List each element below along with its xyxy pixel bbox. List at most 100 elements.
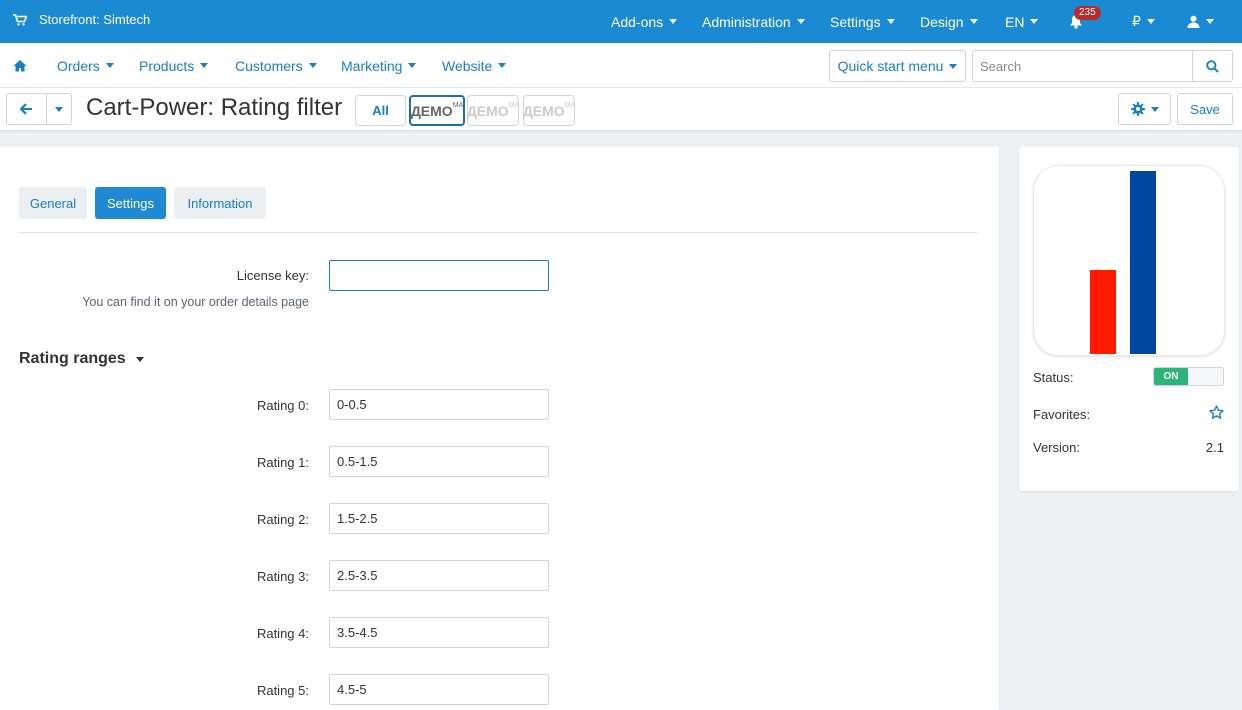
license-key-label: License key:: [236, 268, 309, 283]
status-label: Status:: [1033, 370, 1074, 385]
menu-currency[interactable]: ₽: [1132, 0, 1155, 43]
save-button[interactable]: Save: [1177, 93, 1233, 125]
nav-orders[interactable]: Orders: [57, 43, 114, 88]
rating-2-label: Rating 2:: [256, 512, 309, 527]
rating-4-input[interactable]: [329, 617, 549, 648]
status-on-indicator: ON: [1154, 368, 1188, 385]
tab-general-label: General: [29, 195, 77, 211]
back-button[interactable]: [7, 94, 47, 124]
chevron-down-icon: [969, 19, 978, 24]
menu-settings-label: Settings: [830, 13, 881, 30]
rating-3-label: Rating 3:: [256, 569, 309, 584]
demo-label: ДЕМО: [467, 102, 509, 119]
demo-storefront-chip[interactable]: ДЕМО МА: [523, 95, 575, 126]
menu-currency-label: ₽: [1132, 13, 1141, 29]
tab-information[interactable]: Information: [174, 187, 266, 219]
nav-website[interactable]: Website: [442, 43, 507, 88]
rating-ranges-toggle[interactable]: Rating ranges: [19, 350, 144, 368]
nav-marketing[interactable]: Marketing: [341, 43, 417, 88]
rating-0-input[interactable]: [329, 389, 549, 420]
back-dropdown-button[interactable]: [47, 94, 71, 124]
top-bar: Storefront: Simtech Add-ons Administrati…: [0, 0, 1242, 43]
chevron-down-icon: [55, 106, 63, 112]
home-button[interactable]: [13, 43, 27, 88]
menu-administration[interactable]: Administration: [702, 0, 805, 43]
demo-storefront-chip[interactable]: ДЕМО МА: [467, 95, 519, 126]
chevron-down-icon: [200, 63, 209, 68]
menu-language-label: EN: [1005, 13, 1025, 30]
page-title: Cart-Power: Rating filter: [86, 94, 343, 121]
chevron-down-icon: [1150, 106, 1159, 112]
tab-general[interactable]: General: [19, 187, 87, 219]
menu-settings[interactable]: Settings: [830, 0, 895, 43]
demo-sup: МА: [452, 102, 464, 109]
rating-1-input[interactable]: [329, 446, 549, 477]
search-icon: [1206, 59, 1219, 73]
home-icon: [13, 60, 27, 72]
status-toggle[interactable]: ON: [1153, 367, 1224, 386]
rating-3-input[interactable]: [329, 560, 549, 591]
star-icon: [1209, 405, 1224, 419]
chevron-down-icon: [886, 19, 895, 24]
notification-badge: 235: [1074, 6, 1101, 20]
nav-products[interactable]: Products: [139, 43, 209, 88]
rating-2-input[interactable]: [329, 503, 549, 534]
cart-icon: [13, 13, 27, 25]
nav-customers-label: Customers: [235, 57, 303, 74]
favorites-label: Favorites:: [1033, 407, 1091, 422]
quick-start-menu-button[interactable]: Quick start menu: [829, 50, 966, 82]
settings-gear-button[interactable]: [1118, 93, 1171, 125]
rating-ranges-title: Rating ranges: [19, 350, 126, 367]
chevron-down-icon: [105, 63, 114, 68]
nav-products-label: Products: [139, 57, 195, 74]
demo-sup: МА: [564, 102, 575, 109]
chevron-down-icon: [135, 356, 144, 362]
title-bar: Cart-Power: Rating filter All ДЕМО МА ДЕМ…: [0, 88, 1242, 131]
nav-customers[interactable]: Customers: [235, 43, 317, 88]
tab-settings-label: Settings: [107, 195, 154, 211]
rating-5-input[interactable]: [329, 674, 549, 705]
rating-5-label: Rating 5:: [256, 683, 309, 698]
version-label: Version:: [1033, 440, 1080, 455]
user-menu[interactable]: [1187, 0, 1214, 43]
demo-storefront-chip-active[interactable]: ДЕМО МА: [409, 95, 465, 126]
back-button-group: [6, 93, 72, 125]
search-box: [972, 50, 1233, 82]
chevron-down-icon: [669, 19, 678, 24]
chevron-down-icon: [796, 19, 805, 24]
gear-icon: [1130, 102, 1145, 116]
settings-panel: General Settings Information License key…: [0, 147, 999, 710]
license-key-input[interactable]: [329, 260, 549, 291]
chevron-down-icon: [1030, 19, 1039, 24]
nav-marketing-label: Marketing: [341, 57, 403, 74]
filter-all-button[interactable]: All: [355, 95, 406, 126]
search-input[interactable]: [973, 51, 1192, 81]
rating-1-label: Rating 1:: [256, 455, 309, 470]
nav-website-label: Website: [442, 57, 493, 74]
storefront-label: Storefront: Simtech: [39, 12, 151, 27]
demo-label: ДЕМО: [410, 102, 453, 119]
search-button[interactable]: [1192, 51, 1232, 81]
rating-bars-logo-icon: [1090, 171, 1156, 354]
storefront-link[interactable]: Storefront: Simtech: [13, 12, 150, 27]
tab-settings[interactable]: Settings: [95, 187, 166, 219]
chevron-down-icon: [1206, 19, 1214, 24]
chevron-down-icon: [949, 63, 958, 69]
addon-logo: [1033, 165, 1225, 356]
menu-design-label: Design: [920, 13, 964, 30]
version-value: 2.1: [1205, 440, 1224, 455]
chevron-down-icon: [308, 63, 317, 68]
favorite-star-button[interactable]: [1209, 405, 1224, 423]
filter-all-label: All: [372, 103, 389, 118]
arrow-left-icon: [20, 103, 32, 115]
license-key-hint: You can find it on your order details pa…: [82, 295, 309, 309]
tab-information-label: Information: [187, 195, 253, 211]
tabs-divider: [19, 232, 978, 233]
nav-orders-label: Orders: [57, 57, 100, 74]
quick-start-label: Quick start menu: [837, 58, 944, 74]
menu-add-ons[interactable]: Add-ons: [611, 0, 678, 43]
menu-language[interactable]: EN: [1005, 0, 1039, 43]
addon-info-panel: Status: ON Favorites: Version: 2.1: [1019, 147, 1239, 491]
menu-design[interactable]: Design: [920, 0, 978, 43]
chevron-down-icon: [498, 63, 507, 68]
